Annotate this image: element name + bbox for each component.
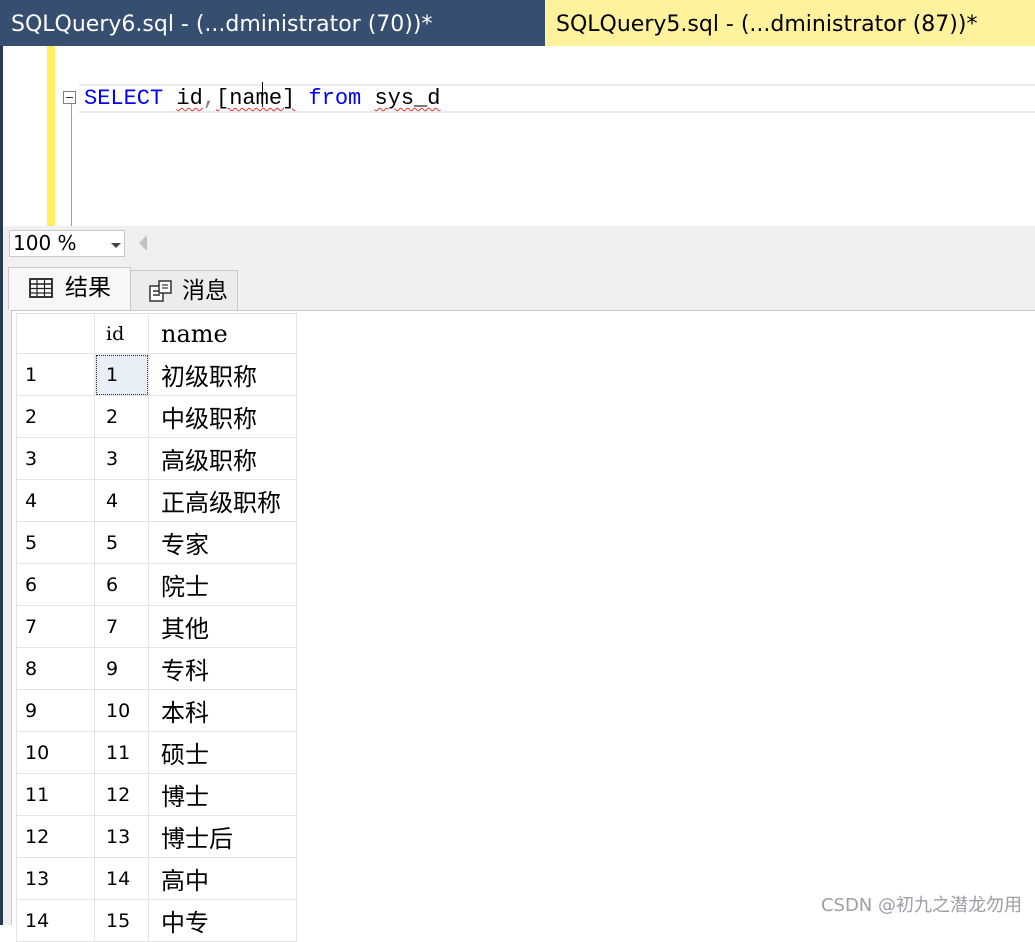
table-row: 7 7 其他 bbox=[16, 605, 297, 648]
row-number[interactable]: 13 bbox=[16, 857, 95, 900]
keyword-from: from bbox=[308, 86, 362, 111]
query-editor[interactable]: SELECT id,[name] from sys_d bbox=[0, 46, 1035, 226]
table-row: 1 1 初级职称 bbox=[16, 353, 297, 396]
comma-token: , bbox=[202, 86, 217, 111]
table-row: 5 5 专家 bbox=[16, 521, 297, 564]
outline-guide bbox=[71, 104, 72, 226]
cell-name[interactable]: 博士 bbox=[148, 773, 297, 816]
table-row: 10 11 硕士 bbox=[16, 731, 297, 774]
table-row: 6 6 院士 bbox=[16, 563, 297, 606]
cell-id[interactable]: 14 bbox=[94, 857, 149, 900]
row-number[interactable]: 6 bbox=[16, 563, 95, 606]
cell-name[interactable]: 专家 bbox=[148, 521, 297, 564]
tab-results[interactable]: 结果 bbox=[8, 267, 131, 310]
cell-id[interactable]: 15 bbox=[94, 899, 149, 942]
identifier-name: [name] bbox=[216, 86, 296, 111]
cell-id[interactable]: 13 bbox=[94, 815, 149, 858]
cell-id[interactable]: 1 bbox=[94, 353, 149, 396]
cell-id[interactable]: 3 bbox=[94, 437, 149, 480]
cell-id[interactable]: 10 bbox=[94, 689, 149, 732]
table-row: 4 4 正高级职称 bbox=[16, 479, 297, 522]
row-number[interactable]: 2 bbox=[16, 395, 95, 438]
cell-id[interactable]: 7 bbox=[94, 605, 149, 648]
header-row: id name bbox=[16, 313, 297, 354]
cell-name[interactable]: 院士 bbox=[148, 563, 297, 606]
cell-name[interactable]: 高中 bbox=[148, 857, 297, 900]
messages-icon bbox=[149, 280, 172, 302]
results-grid[interactable]: id name 1 1 初级职称 2 2 中级职称 3 3 高级职称 4 4 正高级职称 55专… bbox=[11, 310, 1035, 942]
table-row: 9 10 本科 bbox=[16, 689, 297, 732]
table-row: 3 3 高级职称 bbox=[16, 437, 297, 480]
row-number[interactable]: 14 bbox=[16, 899, 95, 942]
collapse-toggle-icon[interactable] bbox=[63, 91, 76, 104]
table-row: 2 2 中级职称 bbox=[16, 395, 297, 438]
keyword-select: SELECT bbox=[84, 86, 164, 111]
cell-name[interactable]: 正高级职称 bbox=[148, 479, 297, 522]
row-number[interactable]: 1 bbox=[16, 353, 95, 396]
row-number-header[interactable] bbox=[16, 313, 95, 354]
row-number[interactable]: 7 bbox=[16, 605, 95, 648]
column-header-name[interactable]: name bbox=[148, 313, 297, 354]
row-number[interactable]: 5 bbox=[16, 521, 95, 564]
cell-name[interactable]: 专科 bbox=[148, 647, 297, 690]
results-table: id name 1 1 初级职称 2 2 中级职称 3 3 高级职称 4 4 正高级职称 55专… bbox=[16, 313, 297, 942]
row-number[interactable]: 8 bbox=[16, 647, 95, 690]
identifier-id: id bbox=[176, 86, 203, 111]
cell-name[interactable]: 高级职称 bbox=[148, 437, 297, 480]
text-caret bbox=[262, 82, 263, 107]
row-number[interactable]: 9 bbox=[16, 689, 95, 732]
tab-messages-label: 消息 bbox=[182, 278, 228, 304]
identifier-table: sys_d bbox=[374, 86, 441, 111]
row-number[interactable]: 10 bbox=[16, 731, 95, 774]
table-row: 11 12 博士 bbox=[16, 773, 297, 816]
selection-margin bbox=[47, 46, 55, 226]
row-number[interactable]: 3 bbox=[16, 437, 95, 480]
row-number[interactable]: 11 bbox=[16, 773, 95, 816]
cell-id[interactable]: 4 bbox=[94, 479, 149, 522]
cell-name[interactable]: 中专 bbox=[148, 899, 297, 942]
table-row: 12 13 博士后 bbox=[16, 815, 297, 858]
cell-id[interactable]: 11 bbox=[94, 731, 149, 774]
document-tab-strip: SQLQuery6.sql - (...dministrator (70))* … bbox=[0, 0, 1035, 46]
cell-id[interactable]: 12 bbox=[94, 773, 149, 816]
watermark: CSDN @初九之潜龙勿用 bbox=[820, 895, 1022, 916]
editor-status-row: 100 % bbox=[0, 226, 1035, 259]
table-row: 14 15 中专 bbox=[16, 899, 297, 942]
table-row: 8 9 专科 bbox=[16, 647, 297, 690]
cell-name[interactable]: 博士后 bbox=[148, 815, 297, 858]
cell-name[interactable]: 本科 bbox=[148, 689, 297, 732]
table-row: 13 14 高中 bbox=[16, 857, 297, 900]
cell-name[interactable]: 中级职称 bbox=[148, 395, 297, 438]
row-number[interactable]: 4 bbox=[16, 479, 95, 522]
scroll-left-arrow-icon[interactable] bbox=[139, 235, 147, 251]
cell-id[interactable]: 5 bbox=[94, 521, 149, 564]
zoom-value: 100 % bbox=[13, 231, 77, 255]
cell-id[interactable]: 9 bbox=[94, 647, 149, 690]
column-header-id[interactable]: id bbox=[94, 313, 149, 354]
tab-messages[interactable]: 消息 bbox=[128, 270, 238, 310]
cell-id[interactable]: 2 bbox=[94, 395, 149, 438]
tab-results-label: 结果 bbox=[65, 275, 111, 301]
row-number[interactable]: 12 bbox=[16, 815, 95, 858]
chevron-down-icon[interactable] bbox=[111, 243, 121, 248]
tab-sqlquery6[interactable]: SQLQuery6.sql - (...dministrator (70))* bbox=[0, 0, 545, 46]
cell-name[interactable]: 初级职称 bbox=[148, 353, 297, 396]
cell-id[interactable]: 6 bbox=[94, 563, 149, 606]
grid-icon bbox=[29, 278, 53, 298]
cell-name[interactable]: 其他 bbox=[148, 605, 297, 648]
cell-name[interactable]: 硕士 bbox=[148, 731, 297, 774]
zoom-select[interactable]: 100 % bbox=[9, 230, 125, 257]
results-pane: 消息 结果 id name 1 1 初级职称 2 2 中级职称 3 3 高级职称… bbox=[0, 259, 1035, 942]
tab-sqlquery5[interactable]: SQLQuery5.sql - (...dministrator (87))* bbox=[545, 0, 1035, 46]
